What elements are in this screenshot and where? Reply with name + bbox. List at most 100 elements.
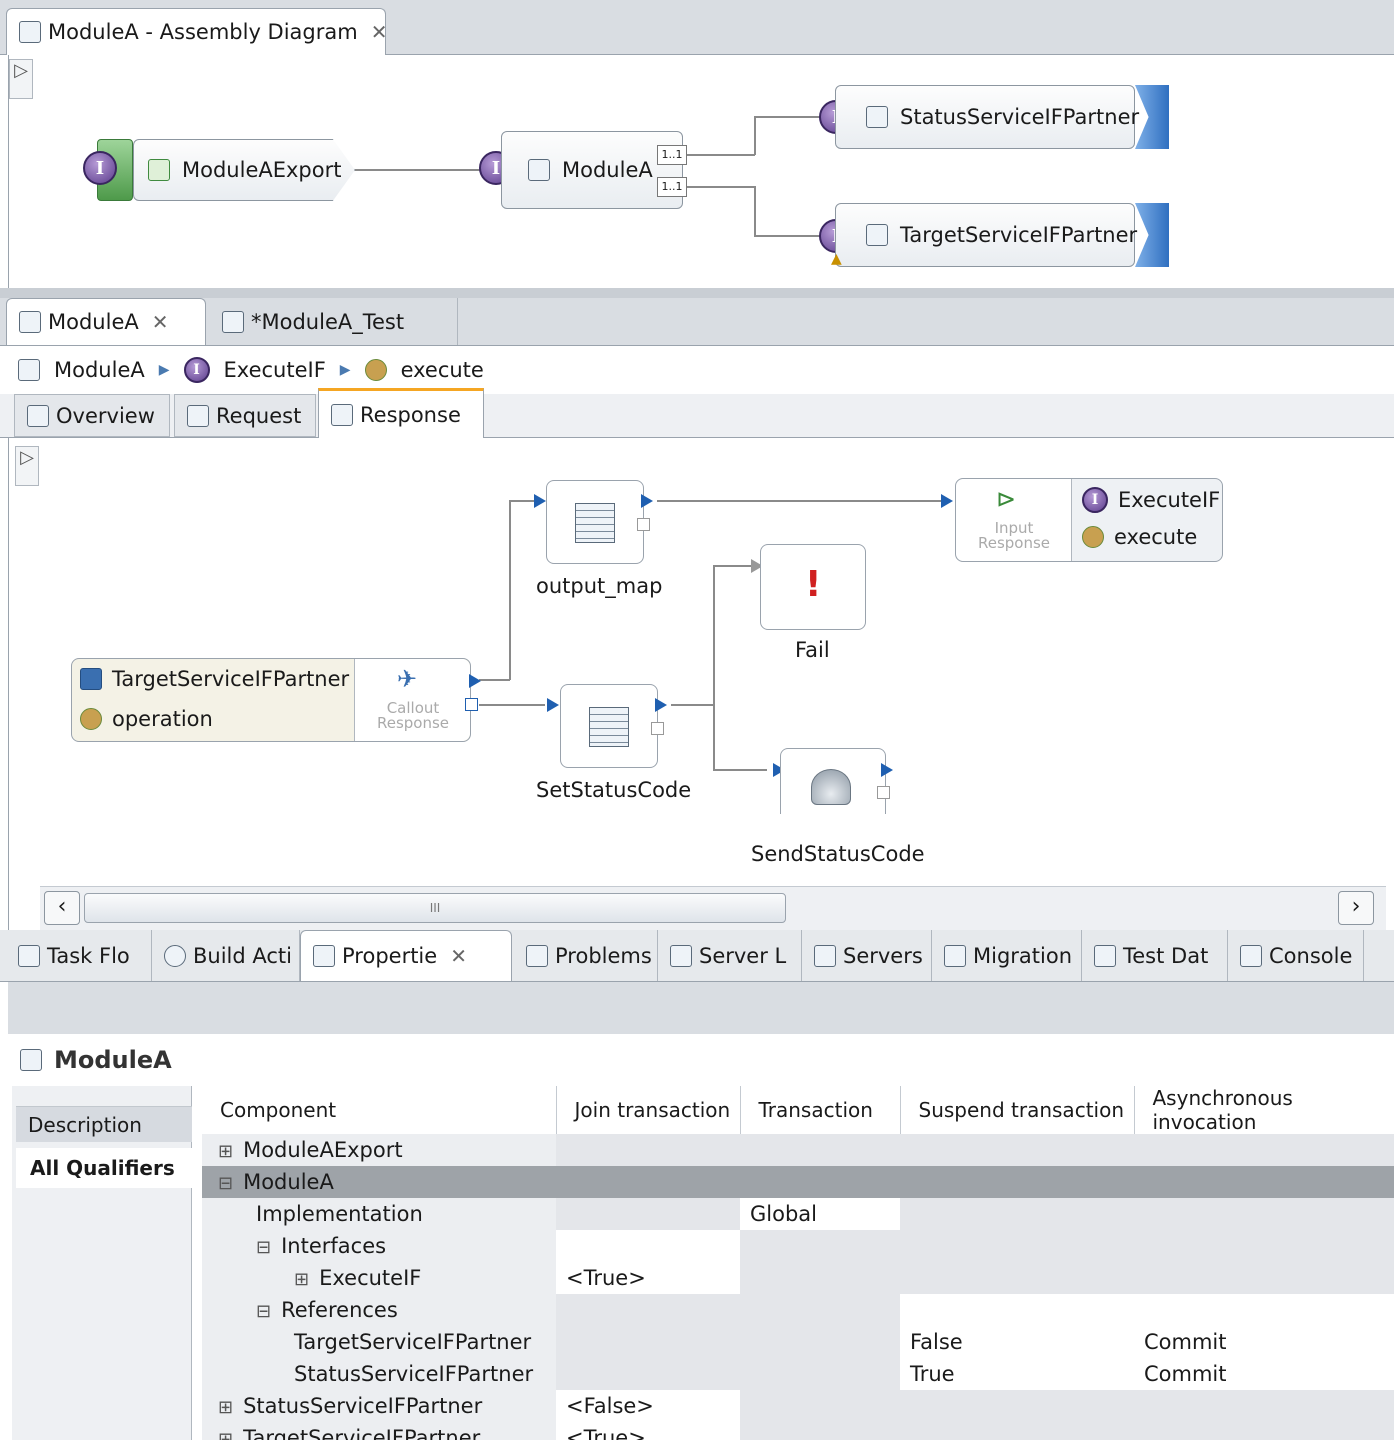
reference-2[interactable]: 1..1 [657,177,687,197]
value-cell-tx[interactable] [740,1166,900,1198]
value-cell-tx[interactable] [740,1230,900,1262]
value-cell-suspend[interactable] [900,1262,1134,1294]
table-row[interactable]: ⊟ References [202,1294,1394,1326]
value-cell-join[interactable] [556,1358,740,1390]
fail-terminal[interactable] [877,786,890,799]
value-cell-suspend[interactable] [900,1422,1134,1440]
table-row[interactable]: ⊟ Interfaces [202,1230,1394,1262]
value-cell-suspend[interactable] [900,1230,1134,1262]
target-partner-node[interactable]: TargetServiceIFPartner [835,203,1137,267]
value-cell-tx[interactable] [740,1390,900,1422]
value-cell-tx[interactable] [740,1422,900,1440]
collapse-icon[interactable]: ⊟ [256,1237,271,1258]
tab-overview[interactable]: Overview [14,394,170,437]
expand-icon[interactable]: ⊞ [218,1141,233,1162]
expand-icon[interactable]: ⊞ [294,1269,309,1290]
tab-request[interactable]: Request [174,394,316,437]
input-terminal[interactable] [534,494,546,508]
value-cell-async[interactable] [1134,1134,1394,1166]
input-response-node[interactable]: ⊳ Input Response I ExecuteIF execute [955,478,1223,562]
sash[interactable] [0,288,1394,298]
module-node[interactable]: ModuleA [501,131,683,209]
output-terminal[interactable] [641,494,653,508]
column-join-transaction[interactable]: Join transaction [556,1086,741,1134]
table-row[interactable]: ⊟ ModuleA [202,1166,1394,1198]
column-component[interactable]: Component [202,1086,557,1134]
tab-response[interactable]: Response [318,388,484,438]
breadcrumb-interface[interactable]: ExecuteIF [224,358,326,382]
tab-servers[interactable]: Servers [802,930,932,981]
tab-console[interactable]: Console [1228,930,1364,981]
value-cell-async[interactable] [1134,1230,1394,1262]
collapse-icon[interactable]: ⊟ [218,1173,233,1194]
status-partner-node[interactable]: StatusServiceIFPartner [835,85,1139,149]
breadcrumb-operation[interactable]: execute [401,358,484,382]
reference-1[interactable]: 1..1 [657,145,687,165]
collapse-icon[interactable]: ⊟ [256,1301,271,1322]
expand-icon[interactable]: ⊞ [218,1429,233,1440]
tab-all-qualifiers[interactable]: All Qualifiers [16,1148,192,1188]
tab-migration[interactable]: Migration [932,930,1082,981]
value-cell-join[interactable]: <True> [556,1422,740,1440]
table-row[interactable]: Implementation Global [202,1198,1394,1230]
value-cell-suspend[interactable]: False [900,1326,1134,1358]
table-row[interactable]: StatusServiceIFPartner True Commit [202,1358,1394,1390]
value-cell-join[interactable] [556,1166,740,1198]
value-cell-suspend[interactable] [900,1166,1134,1198]
output-terminal[interactable] [881,763,893,777]
output-map-node[interactable] [546,480,644,564]
table-row[interactable]: ⊞ TargetServiceIFPartner <True> [202,1422,1394,1440]
value-cell-join[interactable] [556,1198,740,1230]
input-terminal[interactable] [941,494,953,508]
value-cell-async[interactable] [1134,1262,1394,1294]
value-cell-join[interactable] [556,1134,740,1166]
value-cell-async[interactable]: Commit [1134,1358,1394,1390]
value-cell-join[interactable] [556,1230,740,1262]
output-terminal[interactable] [469,674,481,688]
value-cell-tx[interactable] [740,1358,900,1390]
value-cell-suspend[interactable]: True [900,1358,1134,1390]
column-async-invocation[interactable]: Asynchronous invocation [1134,1086,1394,1134]
value-cell-join[interactable]: <True> [556,1262,740,1294]
value-cell-tx[interactable]: Global [740,1198,900,1230]
expand-icon[interactable]: ⊞ [218,1397,233,1418]
export-interface-icon[interactable]: I [83,151,117,185]
table-row[interactable]: ⊞ ModuleAExport [202,1134,1394,1166]
scroll-left-icon[interactable]: ‹ [44,891,80,925]
set-status-node[interactable] [560,684,658,768]
export-node[interactable]: ModuleAExport [133,139,355,201]
palette-toggle-icon[interactable]: ▷ [15,446,39,486]
value-cell-async[interactable] [1134,1390,1394,1422]
value-cell-suspend[interactable] [900,1134,1134,1166]
tab-build-activities[interactable]: Build Acti [152,930,300,981]
value-cell-tx[interactable] [740,1134,900,1166]
table-row[interactable]: ⊞ ExecuteIF <True> [202,1262,1394,1294]
close-icon[interactable]: ✕ [450,944,467,968]
value-cell-tx[interactable] [740,1262,900,1294]
palette-toggle-icon[interactable]: ▷ [9,59,33,99]
table-row[interactable]: TargetServiceIFPartner False Commit [202,1326,1394,1358]
value-cell-async[interactable]: Commit [1134,1326,1394,1358]
value-cell-suspend[interactable] [900,1198,1134,1230]
value-cell-tx[interactable] [740,1326,900,1358]
tab-server-logs[interactable]: Server L [658,930,802,981]
tab-problems[interactable]: Problems [514,930,658,981]
scroll-right-icon[interactable]: › [1338,891,1374,925]
table-row[interactable]: ⊞ StatusServiceIFPartner <False> [202,1390,1394,1422]
tab-task-flow[interactable]: Task Flo [6,930,152,981]
tab-modulea[interactable]: ModuleA ✕ [6,298,206,345]
output-terminal[interactable] [655,698,667,712]
value-cell-async[interactable] [1134,1198,1394,1230]
fail-terminal[interactable] [637,518,650,531]
fail-node[interactable]: ! [760,544,866,630]
value-cell-tx[interactable] [740,1294,900,1326]
scroll-thumb[interactable]: III [84,893,786,923]
value-cell-join[interactable] [556,1326,740,1358]
value-cell-async[interactable] [1134,1294,1394,1326]
tab-modulea-test[interactable]: *ModuleA_Test [210,298,458,345]
tab-assembly-diagram[interactable]: ModuleA - Assembly Diagram ✕ [6,8,387,55]
input-terminal[interactable] [547,698,559,712]
value-cell-join[interactable]: <False> [556,1390,740,1422]
value-cell-async[interactable] [1134,1422,1394,1440]
value-cell-suspend[interactable] [900,1390,1134,1422]
